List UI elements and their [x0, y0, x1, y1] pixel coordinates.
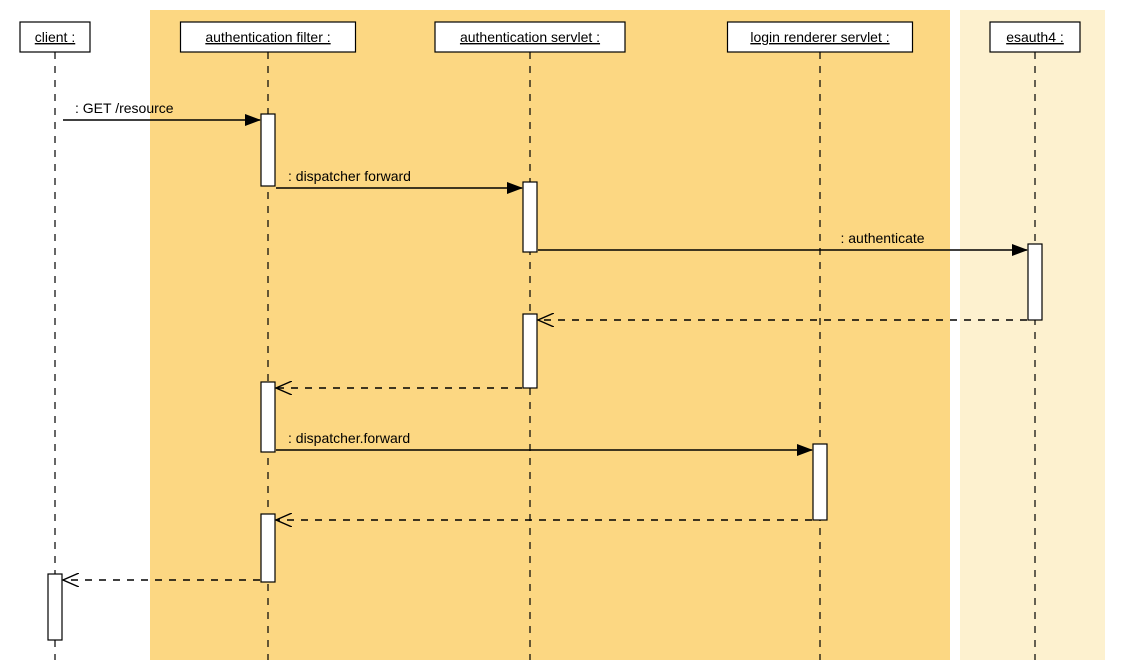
- activation-filter-6: [261, 514, 275, 582]
- zone-1: [960, 10, 1105, 660]
- activation-filter-4: [261, 382, 275, 452]
- activation-esauth-2: [1028, 244, 1042, 320]
- lifeline-label-login: login renderer servlet :: [750, 29, 889, 45]
- activation-login-5: [813, 444, 827, 520]
- activation-servlet-1: [523, 182, 537, 252]
- activation-filter-0: [261, 114, 275, 186]
- lifeline-label-esauth: esauth4 :: [1006, 29, 1064, 45]
- sequence-diagram: client : authentication filter : authentic…: [0, 0, 1121, 669]
- lifeline-label-filter: authentication filter :: [205, 29, 330, 45]
- lifeline-label-client: client :: [35, 29, 75, 45]
- message-label-2: : authenticate: [840, 230, 924, 246]
- activation-servlet-3: [523, 314, 537, 388]
- message-label-1: : dispatcher forward: [288, 168, 411, 184]
- activation-client-7: [48, 574, 62, 640]
- message-label-5: : dispatcher.forward: [288, 430, 410, 446]
- message-label-0: : GET /resource: [75, 100, 174, 116]
- lifeline-label-servlet: authentication servlet :: [460, 29, 600, 45]
